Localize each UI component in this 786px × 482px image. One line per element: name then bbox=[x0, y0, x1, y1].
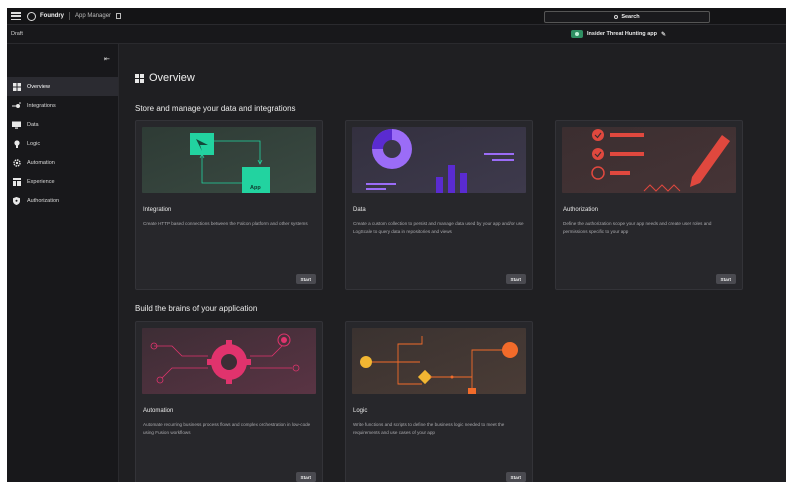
sidebar-item-data[interactable]: Data bbox=[7, 115, 118, 134]
start-integration-button[interactable]: Start bbox=[295, 274, 316, 284]
brand-name[interactable]: Foundry bbox=[40, 13, 64, 19]
start-automation-button[interactable]: Start bbox=[295, 472, 316, 482]
sidebar-item-label: Automation bbox=[27, 159, 55, 166]
authorization-illustration bbox=[562, 127, 736, 193]
sidebar-item-label: Authorization bbox=[27, 197, 60, 204]
card-description: Create a custom collection to persist an… bbox=[353, 221, 524, 234]
card-title: Integration bbox=[143, 207, 172, 213]
sidebar-item-experience[interactable]: Experience bbox=[7, 172, 118, 191]
experience-icon bbox=[12, 177, 21, 186]
app-name-header: Insider Threat Hunting app ✎ bbox=[571, 30, 666, 38]
card-data: Data Create a custom collection to persi… bbox=[345, 120, 533, 290]
sidebar-item-label: Integrations bbox=[27, 102, 56, 109]
search-icon bbox=[614, 15, 619, 19]
sidebar-item-label: Overview bbox=[27, 83, 50, 90]
shield-icon bbox=[12, 196, 21, 205]
bookmark-icon[interactable] bbox=[116, 13, 122, 19]
card-title: Automation bbox=[143, 408, 174, 414]
integrations-icon bbox=[12, 101, 21, 110]
sidebar-item-overview[interactable]: Overview bbox=[7, 77, 118, 96]
integration-illustration: App bbox=[142, 127, 316, 193]
sidebar-item-automation[interactable]: Automation bbox=[7, 153, 118, 172]
main-content: Overview Store and manage your data and … bbox=[119, 44, 786, 482]
grid-icon bbox=[135, 73, 144, 83]
divider bbox=[69, 12, 70, 20]
page-title-text: Overview bbox=[149, 72, 195, 84]
search-input[interactable]: Search bbox=[544, 11, 710, 23]
card-automation: Automation Automate recurring business p… bbox=[135, 321, 323, 482]
page-title: Overview bbox=[135, 72, 195, 84]
app-window: Foundry App Manager Search Draft Insider… bbox=[7, 8, 786, 482]
card-description: Define the authorization scope your app … bbox=[563, 221, 712, 234]
sidebar-item-label: Data bbox=[27, 121, 39, 128]
grid-icon bbox=[12, 82, 21, 91]
automation-illustration bbox=[142, 328, 316, 394]
status-badge: Draft bbox=[11, 31, 23, 37]
automation-icon bbox=[12, 158, 21, 167]
card-authorization: Authorization Define the authorization s… bbox=[555, 120, 743, 290]
section-title: Store and manage your data and integrati… bbox=[135, 104, 296, 113]
sidebar: ⇤ Overview Integrations Data Logic Autom… bbox=[7, 44, 119, 482]
sidebar-item-label: Experience bbox=[27, 178, 55, 185]
logic-icon bbox=[12, 139, 21, 148]
card-description: Create HTTP based connections between th… bbox=[143, 221, 308, 226]
card-description: Automate recurring business process flow… bbox=[143, 422, 311, 435]
app-name: Insider Threat Hunting app bbox=[587, 31, 657, 37]
logic-illustration bbox=[352, 328, 526, 394]
card-title: Authorization bbox=[563, 207, 599, 213]
start-logic-button[interactable]: Start bbox=[505, 472, 526, 482]
collapse-sidebar-icon[interactable]: ⇤ bbox=[104, 55, 110, 63]
sidebar-item-integrations[interactable]: Integrations bbox=[7, 96, 118, 115]
section-title: Build the brains of your application bbox=[135, 304, 258, 313]
integration-art-label: App bbox=[250, 185, 261, 191]
card-description: Write functions and scripts to define th… bbox=[353, 422, 505, 435]
sidebar-item-authorization[interactable]: Authorization bbox=[7, 191, 118, 210]
card-integration: App Integration Create HTTP based connec… bbox=[135, 120, 323, 290]
data-icon bbox=[12, 121, 21, 129]
edit-pencil-icon[interactable]: ✎ bbox=[661, 31, 666, 38]
hamburger-menu-icon[interactable] bbox=[11, 12, 21, 20]
start-authorization-button[interactable]: Start bbox=[715, 274, 736, 284]
top-bar: Foundry App Manager Search bbox=[7, 8, 786, 25]
app-status-bar: Draft Insider Threat Hunting app ✎ bbox=[7, 25, 786, 44]
card-title: Data bbox=[353, 207, 366, 213]
card-title: Logic bbox=[353, 408, 368, 414]
search-label: Search bbox=[621, 14, 640, 20]
sidebar-item-label: Logic bbox=[27, 140, 41, 147]
start-data-button[interactable]: Start bbox=[505, 274, 526, 284]
falcon-logo-icon[interactable] bbox=[27, 11, 36, 21]
data-illustration bbox=[352, 127, 526, 193]
card-logic: Logic Write functions and scripts to def… bbox=[345, 321, 533, 482]
sidebar-item-logic[interactable]: Logic bbox=[7, 134, 118, 153]
breadcrumb-app-manager[interactable]: App Manager bbox=[75, 13, 111, 19]
app-icon bbox=[571, 30, 583, 38]
